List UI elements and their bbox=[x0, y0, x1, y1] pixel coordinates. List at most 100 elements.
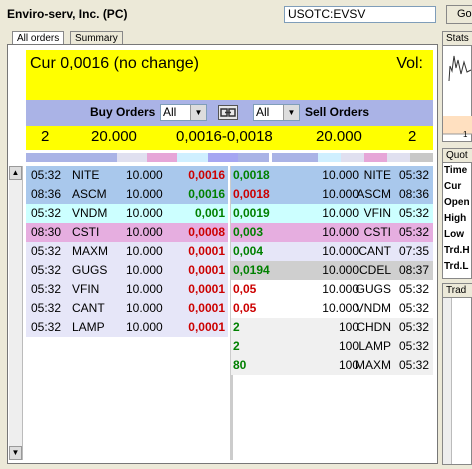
tab-quote[interactable]: Quot bbox=[442, 148, 472, 163]
bid-price: 0,0001 bbox=[188, 320, 225, 334]
ask-row[interactable]: 0,004 10.000 CANT 07:35 bbox=[231, 242, 433, 261]
depth-segment bbox=[318, 153, 341, 162]
ask-market-maker: VFIN bbox=[363, 206, 391, 220]
ask-time: 05:32 bbox=[398, 225, 429, 239]
ask-size: 100 bbox=[338, 339, 359, 353]
bid-market-maker: VNDM bbox=[72, 206, 108, 220]
bid-row[interactable]: 08:30 CSTI 10.000 0,0008 bbox=[26, 223, 228, 242]
quote-field-label: Trd.H bbox=[444, 245, 470, 256]
bid-price: 0,0001 bbox=[188, 263, 225, 277]
ask-price: 2 bbox=[233, 320, 240, 334]
bid-row[interactable]: 05:32 GUGS 10.000 0,0001 bbox=[26, 261, 228, 280]
ask-size: 10.000 bbox=[322, 244, 359, 258]
ask-price: 0,05 bbox=[233, 282, 257, 296]
go-button[interactable]: Go bbox=[446, 5, 472, 24]
mini-chart: 1 bbox=[442, 45, 472, 142]
ask-row[interactable]: 2 100 CHDN 05:32 bbox=[231, 318, 433, 337]
trades-scrollbar[interactable] bbox=[443, 298, 452, 464]
ask-time: 05:32 bbox=[398, 358, 429, 372]
ask-price: 0,004 bbox=[233, 244, 264, 258]
depth-segment bbox=[177, 153, 209, 162]
chevron-down-icon: ▼ bbox=[190, 105, 206, 120]
bid-price: 0,0001 bbox=[188, 244, 225, 258]
quote-field-label: Cur bbox=[444, 181, 462, 192]
ask-price: 0,05 bbox=[233, 301, 257, 315]
ask-row[interactable]: 0,0194 10.000 CDEL 08:37 bbox=[231, 261, 433, 280]
tab-trades[interactable]: Trad bbox=[442, 283, 472, 298]
depth-segment bbox=[56, 153, 88, 162]
sell-filter-select[interactable]: All ▼ bbox=[253, 104, 300, 121]
bid-size: 10.000 bbox=[126, 244, 163, 258]
vertical-scrollbar[interactable]: ▲ ▼ bbox=[9, 166, 23, 460]
ask-row[interactable]: 2 100 LAMP 05:32 bbox=[231, 337, 433, 356]
bid-row[interactable]: 05:32 VFIN 10.000 0,0001 bbox=[26, 280, 228, 299]
depth-segment bbox=[116, 153, 148, 162]
bid-price: 0,0016 bbox=[188, 168, 225, 182]
ask-row[interactable]: 0,0018 10.000 ASCM 08:36 bbox=[231, 185, 433, 204]
ask-market-maker: CSTI bbox=[363, 225, 391, 239]
ask-size: 10.000 bbox=[322, 168, 359, 182]
ask-row[interactable]: 0,003 10.000 CSTI 05:32 bbox=[231, 223, 433, 242]
ask-size: 10.000 bbox=[322, 263, 359, 277]
bid-size: 10.000 bbox=[126, 168, 163, 182]
ask-market-maker: CHDN bbox=[356, 320, 391, 334]
bid-price: 0,0008 bbox=[188, 225, 225, 239]
bid-row[interactable]: 05:32 NITE 10.000 0,0016 bbox=[26, 166, 228, 185]
bid-row[interactable]: 05:32 MAXM 10.000 0,0001 bbox=[26, 242, 228, 261]
tab-summary[interactable]: Summary bbox=[70, 31, 123, 45]
bid-size: 10.000 bbox=[126, 282, 163, 296]
bid-row[interactable]: 05:32 LAMP 10.000 0,0001 bbox=[26, 318, 228, 337]
buy-count: 2 bbox=[41, 128, 50, 145]
depth-segment bbox=[364, 153, 387, 162]
tab-stats[interactable]: Stats bbox=[442, 31, 472, 46]
bid-time: 05:32 bbox=[31, 168, 62, 182]
bid-size: 10.000 bbox=[126, 263, 163, 277]
bid-market-maker: MAXM bbox=[72, 244, 108, 258]
link-icon[interactable] bbox=[218, 105, 238, 120]
bid-market-maker: VFIN bbox=[72, 282, 100, 296]
bid-market-maker: CSTI bbox=[72, 225, 100, 239]
depth-segment bbox=[295, 153, 318, 162]
order-controls: Buy Orders All ▼ All ▼ Sell Orders bbox=[26, 100, 433, 126]
ask-price: 2 bbox=[233, 339, 240, 353]
depth-segment bbox=[86, 153, 118, 162]
ask-row[interactable]: 0,0019 10.000 VFIN 05:32 bbox=[231, 204, 433, 223]
ask-row[interactable]: 0,0018 10.000 NITE 05:32 bbox=[231, 166, 433, 185]
bid-time: 05:32 bbox=[31, 301, 62, 315]
ask-row[interactable]: 80 100 MAXM 05:32 bbox=[231, 356, 433, 375]
ask-depth-bar bbox=[272, 153, 433, 162]
quote-field-label: Low bbox=[444, 229, 464, 240]
bid-time: 05:32 bbox=[31, 263, 62, 277]
bid-market-maker: GUGS bbox=[72, 263, 108, 277]
ask-row[interactable]: 0,05 10.000 VNDM 05:32 bbox=[231, 299, 433, 318]
ask-price: 0,0018 bbox=[233, 187, 270, 201]
ask-time: 05:32 bbox=[398, 168, 429, 182]
quote-header: Cur 0,0016 (no change) Vol: bbox=[26, 50, 433, 100]
bid-row[interactable]: 05:32 VNDM 10.000 0,001 bbox=[26, 204, 228, 223]
quote-field-label: Time bbox=[444, 165, 468, 176]
bid-time: 08:30 bbox=[31, 225, 62, 239]
ask-market-maker: CANT bbox=[358, 244, 391, 258]
buy-orders-label: Buy Orders bbox=[90, 105, 156, 119]
depth-segment bbox=[341, 153, 364, 162]
quote-field-label: Open bbox=[444, 197, 470, 208]
bid-size: 10.000 bbox=[126, 225, 163, 239]
bid-size: 10.000 bbox=[126, 301, 163, 315]
buy-filter-select[interactable]: All ▼ bbox=[160, 104, 207, 121]
bid-size: 10.000 bbox=[126, 187, 163, 201]
tab-all-orders[interactable]: All orders bbox=[12, 31, 65, 45]
bid-row[interactable]: 05:32 CANT 10.000 0,0001 bbox=[26, 299, 228, 318]
bid-time: 05:32 bbox=[31, 206, 62, 220]
ask-time: 08:37 bbox=[398, 263, 429, 277]
symbol-input[interactable]: USOTC:EVSV bbox=[284, 6, 436, 23]
bid-size: 10.000 bbox=[126, 206, 163, 220]
spread: 0,0016-0,0018 bbox=[176, 128, 273, 145]
ask-time: 05:32 bbox=[398, 282, 429, 296]
ask-row[interactable]: 0,05 10.000 GUGS 05:32 bbox=[231, 280, 433, 299]
bid-row[interactable]: 08:36 ASCM 10.000 0,0016 bbox=[26, 185, 228, 204]
scroll-down-icon[interactable]: ▼ bbox=[9, 446, 22, 460]
sell-filter-value: All bbox=[256, 105, 270, 119]
ask-time: 05:32 bbox=[398, 206, 429, 220]
scroll-up-icon[interactable]: ▲ bbox=[9, 166, 22, 180]
bid-price: 0,001 bbox=[194, 206, 225, 220]
